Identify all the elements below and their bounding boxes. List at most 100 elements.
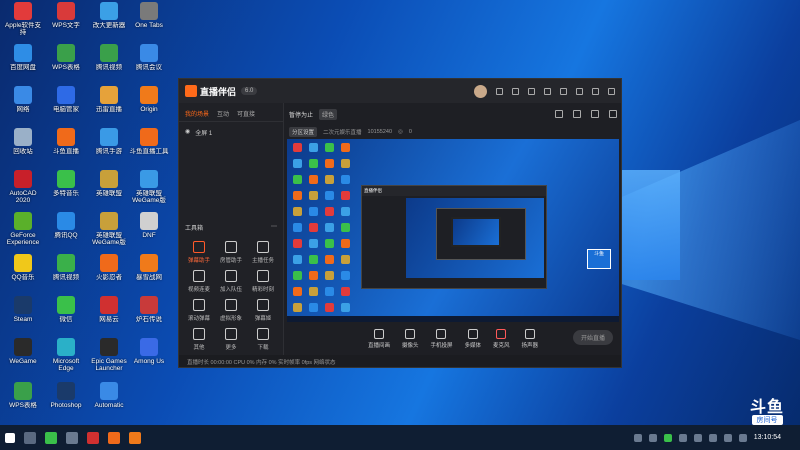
desktop-icon[interactable]: Epic Games Launcher <box>88 338 130 372</box>
desktop-icon[interactable]: 改大更新器 <box>88 2 130 36</box>
desktop-icon[interactable]: DNF <box>128 212 170 246</box>
tray-icon-4[interactable] <box>678 433 687 442</box>
maximize-icon[interactable] <box>592 87 599 95</box>
game-icon[interactable] <box>87 431 99 444</box>
menu-icon[interactable] <box>560 87 567 95</box>
settings-icon[interactable] <box>544 87 551 95</box>
desktop-icon[interactable]: Automatic <box>88 382 130 416</box>
source-control[interactable]: 麦克风 <box>493 329 510 349</box>
desktop-icon[interactable]: 英雄联盟 <box>88 170 130 204</box>
desktop-icon[interactable]: AutoCAD 2020 <box>2 170 44 204</box>
tool-item[interactable]: 虚拟形象 <box>215 299 247 322</box>
desktop-icon[interactable]: QQ音乐 <box>2 254 44 288</box>
message-icon[interactable] <box>512 87 519 95</box>
tool-item[interactable]: 主播任务 <box>247 241 279 264</box>
tab-interact[interactable]: 互动 <box>217 109 229 118</box>
eye-icon[interactable]: ◉ <box>185 128 190 137</box>
desktop-icon[interactable]: 腾讯QQ <box>45 212 87 246</box>
share-icon[interactable] <box>609 110 617 118</box>
desktop-icon[interactable]: 英雄联盟WeGame版 <box>128 170 170 204</box>
douyu-taskbar-icon[interactable] <box>108 431 120 444</box>
preview-desktop-icon <box>293 271 302 280</box>
minimize-icon[interactable] <box>576 87 583 95</box>
category-pill[interactable]: 分区设置 <box>289 127 318 137</box>
tool-item[interactable]: 加入队伍 <box>215 270 247 293</box>
close-icon[interactable] <box>608 87 615 95</box>
tools-more-icon[interactable]: ⋯ <box>271 223 277 232</box>
desktop-icon[interactable]: 英雄联盟 WeGame版 <box>88 212 130 246</box>
go-live-button[interactable]: 开始直播 <box>572 330 613 345</box>
desktop-icon[interactable]: 腾讯视频 <box>88 44 130 78</box>
tool-item[interactable]: 房管助手 <box>215 241 247 264</box>
desktop-icon[interactable]: Origin <box>128 86 170 120</box>
network-icon[interactable] <box>708 433 717 442</box>
desktop-icon[interactable]: 火影忍者 <box>88 254 130 288</box>
desktop-icon[interactable]: 多特音乐 <box>45 170 87 204</box>
tool-item[interactable]: 视频连麦 <box>183 270 215 293</box>
wechat-icon[interactable] <box>45 431 57 444</box>
scene-item[interactable]: ◉ 全屏 1 <box>179 122 283 143</box>
desktop-icon-label: 暴雪战网 <box>136 274 162 281</box>
desktop-icon[interactable]: WeGame <box>2 338 44 372</box>
ime-icon[interactable] <box>738 433 747 442</box>
tray-icon-1[interactable] <box>633 433 642 442</box>
search-icon[interactable] <box>24 431 36 444</box>
source-control[interactable]: 扬声器 <box>522 329 538 349</box>
desktop-icon[interactable]: One Tabs <box>128 2 170 36</box>
desktop-icon[interactable]: WPS表格 <box>45 44 87 78</box>
tool-item[interactable]: 精彩时刻 <box>247 270 279 293</box>
room-title[interactable]: 暂停为止 <box>289 110 313 119</box>
source-control[interactable]: 摄像头 <box>402 329 418 349</box>
desktop-icon[interactable]: 电脑管家 <box>45 86 87 120</box>
tray-icon-2[interactable] <box>648 433 657 442</box>
desktop-icon[interactable]: Photoshop <box>45 382 87 416</box>
tool-item[interactable]: 更多 <box>215 328 247 351</box>
desktop-icon[interactable]: WPS文字 <box>45 2 87 36</box>
notification-icon[interactable] <box>496 87 503 95</box>
source-control[interactable]: 手机投屏 <box>430 329 453 349</box>
desktop-icon[interactable]: 微信 <box>45 296 87 330</box>
wechat-tray-icon[interactable] <box>663 433 672 442</box>
desktop-icon[interactable]: 网易云 <box>88 296 130 330</box>
desktop-icon[interactable]: Steam <box>2 296 44 330</box>
tool-item[interactable]: 其他 <box>183 328 215 351</box>
tool-item[interactable]: 弹幕助手 <box>183 241 215 264</box>
desktop-icon[interactable]: 迅雷直播 <box>88 86 130 120</box>
steam-icon[interactable] <box>66 431 78 444</box>
source-control[interactable]: 直播间画 <box>368 329 390 349</box>
desktop-icon[interactable]: Among Us <box>128 338 170 372</box>
gift-icon[interactable] <box>555 110 563 118</box>
tab-direct[interactable]: 可直接 <box>237 109 255 118</box>
source-control[interactable]: 多媒体 <box>465 329 481 349</box>
desktop-icon[interactable]: WPS表格 <box>2 382 44 416</box>
desktop-icon[interactable]: Apple软件支持 <box>2 2 44 36</box>
desktop-icon[interactable]: 暴雪战网 <box>128 254 170 288</box>
tool-item[interactable]: 下载 <box>247 328 279 351</box>
desktop-icon[interactable]: 腾讯手游 <box>88 128 130 162</box>
user-avatar[interactable] <box>474 84 487 98</box>
desktop-icon-label: 迅雷直播 <box>96 106 122 113</box>
desktop-icon[interactable]: 网络 <box>2 86 44 120</box>
desktop-icon[interactable]: GeForce Experience <box>2 212 44 246</box>
rank-icon[interactable] <box>573 110 581 118</box>
desktop-icon[interactable]: 腾讯视频 <box>45 254 87 288</box>
desktop-icon[interactable]: 炉石传说 <box>128 296 170 330</box>
start-icon[interactable] <box>5 432 15 443</box>
tab-my-scenes[interactable]: 我的场景 <box>185 109 209 118</box>
bluetooth-icon[interactable] <box>693 433 702 442</box>
desktop-icon[interactable]: 斗鱼直播工具 <box>128 128 170 162</box>
desktop-icon[interactable]: 回收站 <box>2 128 44 162</box>
desktop-icon[interactable]: 百度网盘 <box>2 44 44 78</box>
volume-icon[interactable] <box>723 433 732 442</box>
desktop-icon[interactable]: Microsoft Edge <box>45 338 87 372</box>
desktop-icon[interactable]: 斗鱼直播 <box>45 128 87 162</box>
taskbar-clock[interactable]: 13:10:54 <box>754 434 781 441</box>
skin-icon[interactable] <box>528 87 535 95</box>
link-icon[interactable] <box>591 110 599 118</box>
desktop-icon[interactable]: 腾讯会议 <box>128 44 170 78</box>
tool-item[interactable]: 滚动弹幕 <box>183 299 215 322</box>
stream-preview[interactable]: 直播伴侣 斗鱼 <box>287 139 619 322</box>
room-tag[interactable]: 绿色 <box>319 108 338 120</box>
tool-item[interactable]: 弹幕姬 <box>247 299 279 322</box>
live-companion-taskbar-icon[interactable] <box>129 431 141 444</box>
